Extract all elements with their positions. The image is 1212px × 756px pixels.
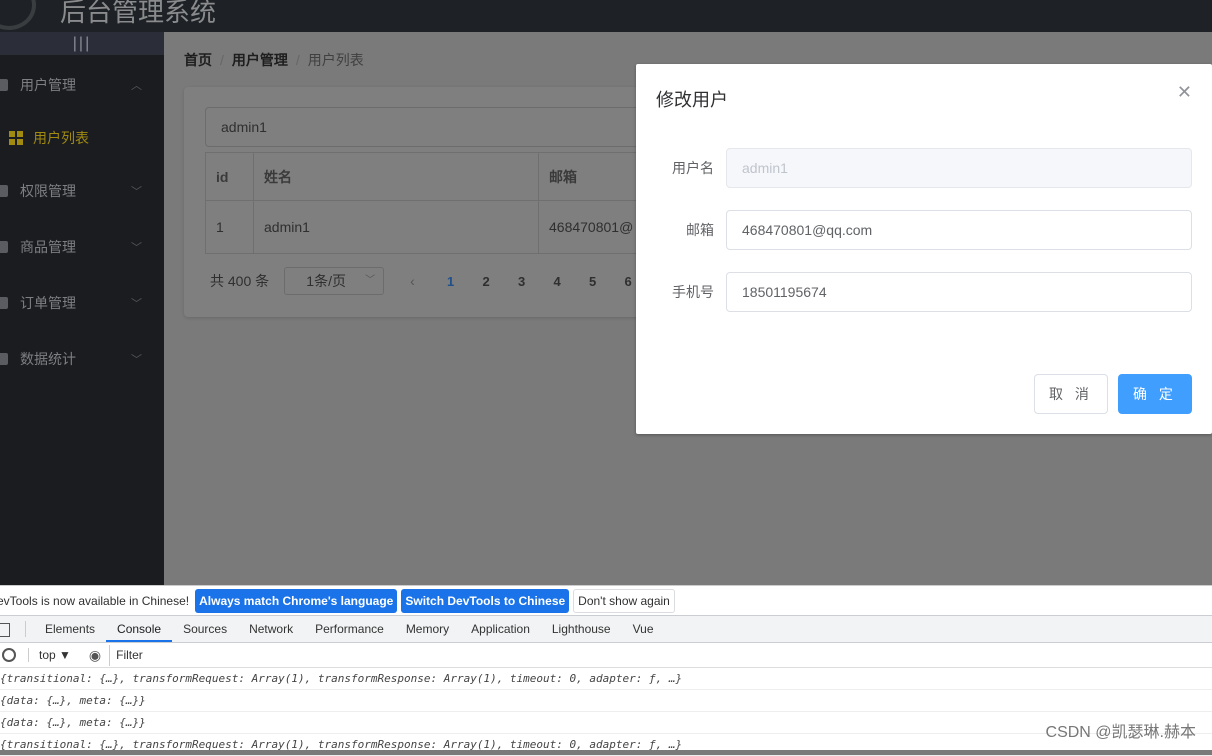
tab-application[interactable]: Application bbox=[460, 616, 541, 642]
console-log[interactable]: {transitional: {…}, transformRequest: Ar… bbox=[0, 668, 1212, 690]
total-count: 共 400 条 bbox=[210, 273, 270, 289]
tab-network[interactable]: Network bbox=[238, 616, 304, 642]
chevron-down-icon: ﹀ bbox=[131, 242, 142, 254]
context-select[interactable]: top ▼ bbox=[28, 648, 81, 662]
sidebar-item-permissions[interactable]: 权限管理 ﹀ bbox=[0, 163, 164, 219]
device-toggle-icon[interactable] bbox=[0, 621, 26, 637]
page-2[interactable]: 2 bbox=[468, 274, 504, 289]
user-list-card: admin1 id 姓名 邮箱 1 admin1 468470801@ 共 400 条 … bbox=[184, 87, 665, 317]
edit-user-dialog: 修改用户 ✕ 用户名 邮箱 手机号 取 消 确 定 bbox=[636, 64, 1212, 434]
tab-performance[interactable]: Performance bbox=[304, 616, 395, 642]
chevron-down-icon: ﹀ bbox=[131, 298, 142, 310]
username-row: 用户名 bbox=[636, 148, 1212, 188]
cell: admin1 bbox=[253, 200, 539, 254]
lock-icon bbox=[0, 185, 8, 197]
console-log[interactable]: {transitional: {…}, transformRequest: Ar… bbox=[0, 734, 1212, 756]
breadcrumb-current: 用户列表 bbox=[307, 52, 364, 68]
watermark: CSDN @凯瑟琳.赫本 bbox=[1045, 724, 1196, 741]
eye-icon[interactable]: ◉ bbox=[89, 647, 101, 664]
pagination: 共 400 条 1条/页 ﹀ ‹ 1 2 3 4 5 6 bbox=[210, 267, 646, 295]
column-header: id bbox=[205, 152, 254, 201]
breadcrumb: 首页 / 用户管理 / 用户列表 bbox=[184, 52, 364, 68]
menu-label: 权限管理 bbox=[20, 183, 76, 199]
console-log[interactable]: {data: {…}, meta: {…}} bbox=[0, 690, 1212, 712]
user-table: id 姓名 邮箱 1 admin1 468470801@ bbox=[205, 152, 665, 254]
email-label: 邮箱 bbox=[686, 222, 714, 238]
page-size-value: 1条/页 bbox=[306, 273, 346, 289]
sidebar-item-goods[interactable]: 商品管理 ﹀ bbox=[0, 219, 164, 275]
tab-lighthouse[interactable]: Lighthouse bbox=[541, 616, 622, 642]
menu-label: 用户管理 bbox=[20, 77, 76, 93]
search-input[interactable]: admin1 bbox=[205, 107, 665, 147]
phone-row: 手机号 bbox=[636, 272, 1212, 312]
username-label: 用户名 bbox=[672, 160, 714, 176]
devtools-tabs: Elements Console Sources Network Perform… bbox=[0, 616, 1212, 643]
menu-label: 数据统计 bbox=[20, 351, 76, 367]
close-icon[interactable]: ✕ bbox=[1177, 82, 1192, 103]
chevron-down-icon: ﹀ bbox=[365, 275, 376, 286]
devtools-panel: evTools is now available in Chinese! Alw… bbox=[0, 585, 1212, 756]
confirm-button[interactable]: 确 定 bbox=[1118, 374, 1192, 414]
bag-icon bbox=[0, 241, 8, 253]
dont-show-button[interactable]: Don't show again bbox=[573, 588, 675, 613]
menu-label: 订单管理 bbox=[20, 295, 76, 311]
tab-elements[interactable]: Elements bbox=[34, 616, 106, 642]
tab-memory[interactable]: Memory bbox=[395, 616, 460, 642]
app-header: 后台管理系统 bbox=[0, 0, 1212, 32]
menu-label: 用户列表 bbox=[33, 130, 89, 146]
phone-field[interactable] bbox=[726, 272, 1192, 312]
username-field bbox=[726, 148, 1192, 188]
breadcrumb-home[interactable]: 首页 bbox=[184, 52, 212, 68]
console-log[interactable]: {data: {…}, meta: {…}} bbox=[0, 712, 1212, 734]
page-4[interactable]: 4 bbox=[539, 274, 575, 289]
menu-label: 商品管理 bbox=[20, 239, 76, 255]
breadcrumb-user-management[interactable]: 用户管理 bbox=[232, 52, 288, 68]
email-field[interactable] bbox=[726, 210, 1192, 250]
prev-page-button[interactable]: ‹ bbox=[410, 273, 415, 289]
page-5[interactable]: 5 bbox=[575, 274, 611, 289]
email-row: 邮箱 bbox=[636, 210, 1212, 250]
tab-console[interactable]: Console bbox=[106, 616, 173, 642]
document-icon bbox=[0, 297, 8, 309]
page-3[interactable]: 3 bbox=[504, 274, 540, 289]
sidebar-item-orders[interactable]: 订单管理 ﹀ bbox=[0, 275, 164, 331]
app-title: 后台管理系统 bbox=[60, 0, 217, 27]
sidebar-item-statistics[interactable]: 数据统计 ﹀ bbox=[0, 331, 164, 387]
table-header-row: id 姓名 邮箱 bbox=[205, 152, 665, 201]
sidebar-toggle-button[interactable]: ||| bbox=[0, 32, 164, 55]
clear-console-icon[interactable] bbox=[2, 648, 16, 662]
chevron-up-icon: ︿ bbox=[131, 80, 142, 92]
tab-vue[interactable]: Vue bbox=[622, 616, 665, 642]
console-toolbar: top ▼ ◉ Filter bbox=[0, 643, 1212, 668]
column-header: 姓名 bbox=[253, 152, 539, 201]
user-icon bbox=[0, 79, 8, 91]
chevron-down-icon: ﹀ bbox=[131, 354, 142, 366]
chevron-down-icon: ﹀ bbox=[131, 186, 142, 198]
sidebar-item-user-list[interactable]: 用户列表 bbox=[0, 110, 164, 166]
cancel-button[interactable]: 取 消 bbox=[1034, 374, 1108, 414]
phone-label: 手机号 bbox=[672, 284, 714, 300]
page-1[interactable]: 1 bbox=[433, 274, 469, 289]
devtools-infobar: evTools is now available in Chinese! Alw… bbox=[0, 585, 1212, 616]
sidebar: ||| 用户管理 ︿ 用户列表 权限管理 ﹀ 商品管理 ﹀ 订单管理 ﹀ 数据统计 ﹀ bbox=[0, 32, 164, 585]
table-row: 1 admin1 468470801@ bbox=[205, 200, 665, 254]
infobar-text: evTools is now available in Chinese! bbox=[0, 593, 190, 608]
match-language-button[interactable]: Always match Chrome's language bbox=[195, 588, 398, 613]
sidebar-item-user-management[interactable]: 用户管理 ︿ bbox=[0, 57, 164, 113]
grid-icon bbox=[9, 131, 23, 145]
cell: 1 bbox=[205, 200, 254, 254]
dialog-title: 修改用户 bbox=[656, 90, 728, 110]
filter-input[interactable]: Filter bbox=[109, 644, 1212, 666]
switch-chinese-button[interactable]: Switch DevTools to Chinese bbox=[401, 588, 570, 613]
logo-icon bbox=[0, 0, 36, 30]
chart-icon bbox=[0, 353, 8, 365]
tab-sources[interactable]: Sources bbox=[172, 616, 238, 642]
page-size-select[interactable]: 1条/页 ﹀ bbox=[284, 267, 385, 295]
